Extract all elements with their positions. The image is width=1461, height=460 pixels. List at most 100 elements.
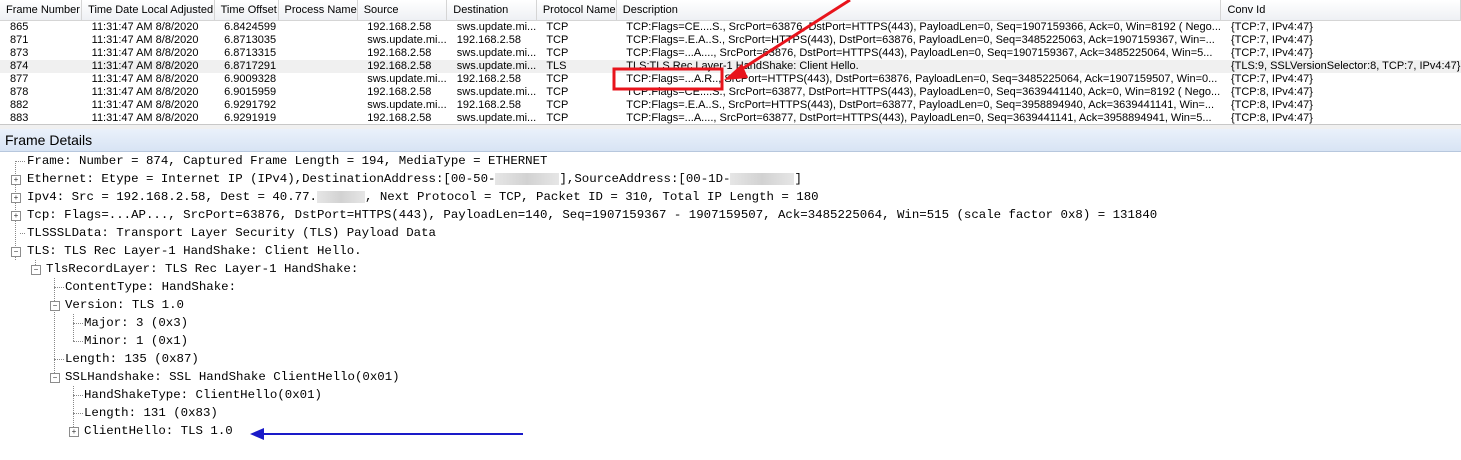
cell-conv-id: {TCP:7, IPv4:47} (1230, 34, 1313, 46)
cell-conv-id: {TCP:8, IPv4:47} (1230, 99, 1313, 111)
tree-node-client-hello[interactable]: ClientHello: TLS 1.0 (84, 422, 233, 440)
tree-node-minor[interactable]: Minor: 1 (0x1) (84, 332, 188, 350)
frame-table-header: Frame Number Time Date Local Adjusted Ti… (0, 0, 1461, 21)
expand-plus-icon[interactable]: + (11, 211, 21, 221)
cell-description: TCP:Flags=CE....S., SrcPort=63877, DstPo… (626, 86, 1221, 98)
tree-node-tcp[interactable]: Tcp: Flags=...AP..., SrcPort=63876, DstP… (27, 206, 1157, 224)
frame-row[interactable]: 873 11:31:47 AM 8/8/2020 6.8713315 192.168.… (0, 47, 1461, 60)
tree-node-major[interactable]: Major: 3 (0x3) (84, 314, 188, 332)
cell-source: 192.168.2.58 (367, 47, 432, 59)
cell-source: 192.168.2.58 (367, 86, 432, 98)
tree-line (73, 314, 74, 341)
column-conv-id[interactable]: Conv Id (1220, 0, 1461, 21)
frame-row[interactable]: 882 11:31:47 AM 8/8/2020 6.9291792 sws.upda… (0, 99, 1461, 112)
cell-conv-id: {TCP:8, IPv4:47} (1230, 86, 1313, 98)
cell-conv-id: {TCP:8, IPv4:47} (1230, 112, 1313, 124)
expand-plus-icon[interactable]: + (69, 427, 79, 437)
cell-process-name (278, 99, 357, 112)
column-process-name[interactable]: Process Name (278, 0, 358, 21)
column-source[interactable]: Source (357, 0, 448, 21)
expand-plus-icon[interactable]: + (11, 175, 21, 185)
collapse-minus-icon[interactable]: − (50, 301, 60, 311)
cell-description: TCP:Flags=.E.A..S., SrcPort=HTTPS(443), … (626, 99, 1215, 111)
cell-time-offset: 6.9291919 (224, 112, 277, 124)
cell-time-offset: 6.9009328 (224, 73, 277, 85)
tree-line (54, 278, 55, 377)
cell-process-name (278, 47, 357, 60)
cell-protocol: TLS (536, 60, 617, 73)
column-protocol-name[interactable]: Protocol Name (536, 0, 617, 21)
cell-time-date: 11:31:47 AM 8/8/2020 (91, 86, 199, 98)
tree-line (20, 233, 25, 234)
cell-time-offset: 6.9015959 (224, 86, 277, 98)
cell-protocol: TCP (546, 99, 569, 111)
redacted-ip-address (317, 190, 365, 203)
cell-time-offset: 6.8424599 (224, 21, 277, 33)
cell-destination: 192.168.2.58 (456, 99, 521, 111)
tree-node-length[interactable]: Length: 135 (0x87) (65, 350, 199, 368)
tree-line (73, 386, 74, 431)
cell-frame-number: 878 (10, 86, 29, 98)
column-time-offset[interactable]: Time Offset (214, 0, 279, 21)
redacted-mac-address (730, 172, 795, 185)
column-frame-number[interactable]: Frame Number (0, 0, 83, 21)
ipv4-text-part2: , Next Protocol = TCP, Packet ID = 310, … (365, 190, 819, 204)
cell-description: TCP:Flags=.E.A..S., SrcPort=HTTPS(443), … (626, 34, 1215, 46)
tree-node-handshake-type[interactable]: HandShakeType: ClientHello(0x01) (84, 386, 322, 404)
cell-frame-number: 882 (10, 99, 29, 111)
tree-node-version[interactable]: Version: TLS 1.0 (65, 296, 184, 314)
tree-node-handshake-length[interactable]: Length: 131 (0x83) (84, 404, 218, 422)
tree-node-ipv4[interactable]: Ipv4: Src = 192.168.2.58, Dest = 40.77.,… (27, 188, 819, 206)
tree-node-content-type[interactable]: ContentType: HandShake: (65, 278, 236, 296)
cell-protocol: TCP (546, 47, 569, 59)
cell-time-date: 11:31:47 AM 8/8/2020 (91, 73, 199, 85)
cell-time-date: 11:31:47 AM 8/8/2020 (91, 34, 199, 46)
frame-row[interactable]: 883 11:31:47 AM 8/8/2020 6.9291919 192.168.… (0, 112, 1461, 124)
column-time-date[interactable]: Time Date Local Adjusted (81, 0, 215, 21)
tree-line (73, 395, 83, 396)
tree-node-frame[interactable]: Frame: Number = 874, Captured Frame Leng… (27, 152, 548, 170)
frame-row[interactable]: 874 11:31:47 AM 8/8/2020 6.8717291 192.168.… (0, 60, 1461, 73)
tree-node-ethernet[interactable]: Ethernet: Etype = Internet IP (IPv4),Des… (27, 170, 802, 188)
cell-destination: sws.update.mi... (456, 47, 537, 59)
frame-row[interactable]: 877 11:31:47 AM 8/8/2020 6.9009328 sws.upda… (0, 73, 1461, 86)
tree-line (73, 413, 83, 414)
tree-node-tls-record-layer[interactable]: TlsRecordLayer: TLS Rec Layer-1 HandShak… (46, 260, 358, 278)
tree-node-tls[interactable]: TLS: TLS Rec Layer-1 HandShake: Client H… (27, 242, 362, 260)
tree-line (73, 341, 83, 342)
expand-plus-icon[interactable]: + (11, 193, 21, 203)
tree-line (54, 287, 64, 288)
tree-node-ssl-handshake[interactable]: SSLHandshake: SSL HandShake ClientHello(… (65, 368, 400, 386)
collapse-minus-icon[interactable]: − (50, 373, 60, 383)
ethernet-text-part2: ],SourceAddress:[00-1D- (559, 172, 731, 186)
frame-row[interactable]: 878 11:31:47 AM 8/8/2020 6.9015959 192.168.… (0, 86, 1461, 99)
frame-details-title: Frame Details (5, 132, 93, 148)
cell-time-date: 11:31:47 AM 8/8/2020 (91, 112, 199, 124)
cell-time-offset: 6.9291792 (224, 99, 277, 111)
frame-table: Frame Number Time Date Local Adjusted Ti… (0, 0, 1461, 124)
cell-frame-number: 865 (10, 21, 29, 33)
tree-node-tlsssldata[interactable]: TLSSSLData: Transport Layer Security (TL… (27, 224, 436, 242)
cell-description: TCP:Flags=...A...., SrcPort=63876, DstPo… (626, 47, 1213, 59)
cell-destination: 192.168.2.58 (456, 34, 521, 46)
ethernet-text-part3: ] (794, 172, 802, 186)
column-destination[interactable]: Destination (446, 0, 537, 21)
cell-process-name (278, 21, 357, 35)
cell-time-offset: 6.8713035 (224, 34, 277, 46)
cell-process-name (278, 60, 358, 73)
cell-protocol: TCP (546, 86, 569, 98)
collapse-minus-icon[interactable]: − (11, 247, 21, 257)
frame-list: Frame Number Time Date Local Adjusted Ti… (0, 0, 1461, 124)
cell-description: TCP:Flags=CE....S., SrcPort=63876, DstPo… (626, 21, 1221, 33)
cell-time-offset: 6.8717291 (214, 60, 279, 73)
cell-process-name (278, 73, 357, 86)
collapse-minus-icon[interactable]: − (31, 265, 41, 275)
cell-process-name (278, 112, 357, 124)
frame-details-tree: + + + − − − − + Frame: Number = 874, Cap… (0, 152, 1461, 460)
frame-row[interactable]: 871 11:31:47 AM 8/8/2020 6.8713035 sws.upda… (0, 34, 1461, 47)
cell-frame-number: 873 (10, 47, 29, 59)
cell-source: 192.168.2.58 (367, 112, 432, 124)
frame-row[interactable]: 865 11:31:47 AM 8/8/2020 6.8424599 192.168.… (0, 21, 1461, 35)
cell-time-date: 11:31:47 AM 8/8/2020 (91, 99, 199, 111)
column-description[interactable]: Description (616, 0, 1222, 21)
